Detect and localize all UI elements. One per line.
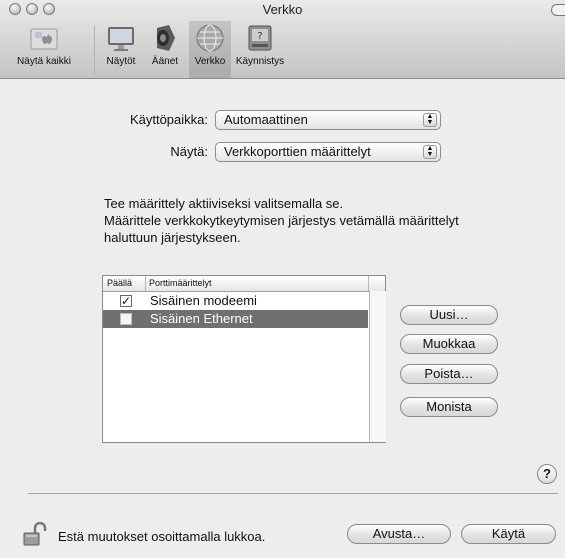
startup-disk-icon: ? — [248, 25, 272, 51]
display-icon — [108, 27, 134, 51]
apple-icon — [30, 28, 58, 50]
speaker-icon — [157, 25, 175, 51]
footer-divider — [28, 493, 558, 494]
show-label: Näytä: — [170, 144, 208, 159]
toolbar-toggle-button[interactable] — [551, 4, 565, 16]
preferences-window: Verkko Näytä kaikki Näytöt Äänet Verkko … — [0, 0, 565, 558]
toolbar-show-all[interactable]: Näytä kaikki — [4, 22, 84, 67]
help-button[interactable]: ? — [537, 464, 557, 484]
column-header-port[interactable]: Porttimäärittelyt — [149, 276, 212, 291]
table-scrollbar[interactable] — [369, 291, 386, 442]
toolbar-label: Äänet — [151, 56, 179, 67]
show-value: Verkkoporttien määrittelyt — [224, 144, 371, 159]
toolbar-label: Käynnistys — [235, 56, 285, 67]
delete-button[interactable]: Poista… — [400, 364, 498, 384]
lock-button[interactable] — [22, 521, 48, 546]
window-title: Verkko — [262, 2, 303, 17]
toolbar-displays[interactable]: Näytöt — [101, 22, 141, 67]
updown-arrows-icon: ▲ ▼ — [423, 113, 437, 127]
port-configurations-table: Päällä Porttimäärittelyt ✓ Sisäinen mode… — [102, 275, 386, 443]
enabled-checkbox[interactable] — [120, 313, 132, 325]
port-name: Sisäinen modeemi — [150, 293, 257, 308]
location-popup[interactable]: Automaattinen ▲ ▼ — [215, 110, 441, 130]
location-value: Automaattinen — [224, 112, 308, 127]
toolbar-label: Verkko — [194, 56, 226, 67]
show-popup[interactable]: Verkkoporttien määrittelyt ▲ ▼ — [215, 142, 441, 162]
lock-text: Estä muutokset osoittamalla lukkoa. — [58, 529, 266, 544]
table-row[interactable]: ✓ Sisäinen modeemi — [103, 292, 368, 310]
instruction-line: haluttuun järjestykseen. — [104, 230, 241, 245]
toolbar-sounds[interactable]: Äänet — [147, 22, 183, 67]
toolbar-startup[interactable]: ? Käynnistys — [233, 22, 287, 67]
column-divider — [145, 276, 146, 291]
column-header-enabled[interactable]: Päällä — [107, 276, 132, 291]
svg-text:?: ? — [257, 31, 262, 42]
enabled-checkbox[interactable]: ✓ — [120, 295, 132, 307]
instruction-line: Määrittele verkkokytkeytymisen järjestys… — [104, 213, 459, 228]
unlocked-padlock-icon — [23, 521, 47, 546]
updown-arrows-icon: ▲ ▼ — [423, 145, 437, 159]
new-button[interactable]: Uusi… — [400, 305, 498, 325]
apply-button[interactable]: Käytä — [461, 524, 556, 544]
duplicate-button[interactable]: Monista — [400, 397, 498, 417]
assist-button[interactable]: Avusta… — [347, 524, 451, 544]
table-header: Päällä Porttimäärittelyt — [103, 276, 385, 292]
toolbar-separator — [94, 26, 95, 76]
port-name: Sisäinen Ethernet — [150, 311, 253, 326]
toolbar-label: Näytöt — [106, 56, 136, 67]
network-globe-icon — [196, 24, 224, 52]
instructions-text: Tee määrittely aktiiviseksi valitsemalla… — [104, 195, 524, 246]
instruction-line: Tee määrittely aktiiviseksi valitsemalla… — [104, 196, 344, 211]
title-toolbar: Verkko Näytä kaikki Näytöt Äänet Verkko … — [0, 0, 565, 79]
edit-button[interactable]: Muokkaa — [400, 334, 498, 354]
column-divider — [368, 276, 369, 291]
location-label: Käyttöpaikka: — [129, 112, 208, 127]
toolbar-network[interactable]: Verkko — [189, 22, 231, 67]
table-row[interactable]: Sisäinen Ethernet — [103, 310, 368, 328]
toolbar-label: Näytä kaikki — [17, 56, 71, 67]
